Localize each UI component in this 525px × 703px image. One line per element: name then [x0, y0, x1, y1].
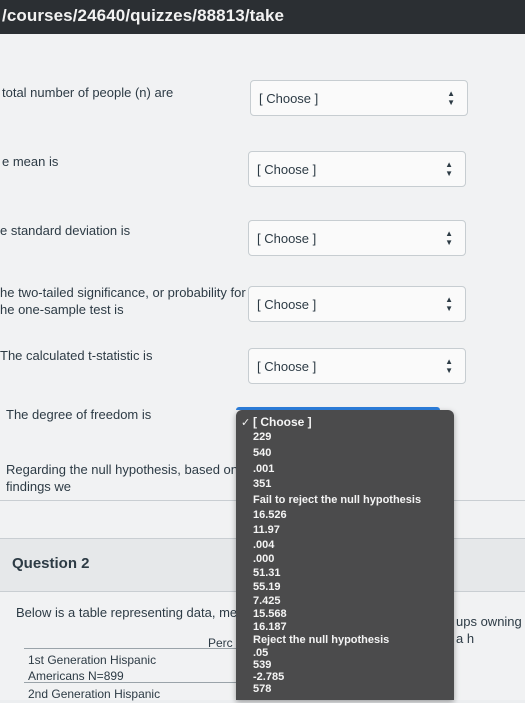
- question-label-significance: he two-tailed significance, or probabili…: [0, 284, 246, 318]
- question-label-null-hypothesis: Regarding the null hypothesis, based on …: [6, 461, 266, 495]
- question-label-tstat: The calculated t-statistic is: [0, 348, 153, 363]
- row-label-line-1: 2nd Generation Hispanic: [28, 687, 161, 701]
- question-label-n: total number of people (n) are: [2, 85, 174, 100]
- dropdown-option[interactable]: 539: [253, 659, 271, 671]
- select-value: [ Choose ]: [257, 231, 317, 246]
- select-value: [ Choose ]: [257, 162, 317, 177]
- dropdown-option[interactable]: 15.568: [253, 608, 287, 620]
- updown-arrows-icon: ▲ ▼: [445, 295, 453, 313]
- dropdown-option[interactable]: -2.785: [253, 671, 284, 683]
- dropdown-option[interactable]: .05: [253, 647, 268, 659]
- label-line-2: findings we: [6, 479, 72, 494]
- question-label-sd: e standard deviation is: [0, 223, 131, 238]
- dropdown-option[interactable]: 55.19: [253, 581, 281, 593]
- label-line-2: he one-sample test is: [0, 302, 124, 317]
- select-focus-outline: [236, 407, 440, 410]
- dropdown-option[interactable]: [ Choose ]: [253, 415, 312, 429]
- dropdown-option[interactable]: 540: [253, 447, 271, 459]
- question-2-prompt: Below is a table representing data, mea: [16, 605, 245, 620]
- select-value: [ Choose ]: [259, 91, 319, 106]
- select-sd[interactable]: [ Choose ] ▲ ▼: [248, 220, 466, 256]
- dropdown-option[interactable]: 578: [253, 683, 271, 695]
- question-2-prompt-right: ups owning a h: [456, 614, 522, 646]
- dropdown-option[interactable]: Reject the null hypothesis: [253, 634, 389, 646]
- select-tstat[interactable]: [ Choose ] ▲ ▼: [248, 348, 466, 384]
- question-label-mean: e mean is: [2, 154, 59, 169]
- url-text: /courses/24640/quizzes/88813/take: [2, 6, 285, 25]
- dropdown-option[interactable]: 7.425: [253, 595, 281, 607]
- select-significance[interactable]: [ Choose ] ▲ ▼: [248, 286, 466, 322]
- dropdown-option[interactable]: .001: [253, 463, 274, 475]
- dropdown-option[interactable]: 16.187: [253, 621, 287, 633]
- updown-arrows-icon: ▲ ▼: [445, 160, 453, 178]
- dropdown-menu[interactable]: ✓ [ Choose ] 229 540 .001 351 Fail to re…: [236, 407, 454, 700]
- table-row: 1st Generation Hispanic Americans N=899: [24, 648, 254, 683]
- dropdown-option[interactable]: 351: [253, 478, 271, 490]
- question-2-title: Question 2: [12, 555, 90, 572]
- dropdown-option[interactable]: 51.31: [253, 567, 281, 579]
- updown-arrows-icon: ▲ ▼: [445, 357, 453, 375]
- dropdown-option[interactable]: Fail to reject the null hypothesis: [253, 494, 421, 506]
- label-line-1: he two-tailed significance, or probabili…: [0, 285, 246, 300]
- question-label-df: The degree of freedom is: [6, 407, 152, 422]
- browser-url-bar[interactable]: /courses/24640/quizzes/88813/take: [0, 0, 525, 34]
- dropdown-option[interactable]: .000: [253, 553, 274, 565]
- dropdown-option[interactable]: .004: [253, 539, 274, 551]
- dropdown-option[interactable]: 229: [253, 431, 271, 443]
- select-n[interactable]: [ Choose ] ▲ ▼: [250, 80, 468, 116]
- updown-arrows-icon: ▲ ▼: [445, 229, 453, 247]
- dropdown-option[interactable]: 16.526: [253, 509, 287, 521]
- row-label-line-1: 1st Generation Hispanic: [28, 653, 157, 667]
- select-value: [ Choose ]: [257, 359, 317, 374]
- checkmark-icon: ✓: [241, 417, 251, 429]
- row-label-line-2: Americans N=899: [28, 669, 124, 683]
- select-mean[interactable]: [ Choose ] ▲ ▼: [248, 151, 466, 187]
- label-line-1: Regarding the null hypothesis, based on …: [6, 462, 267, 477]
- dropdown-option[interactable]: 11.97: [253, 524, 280, 536]
- select-value: [ Choose ]: [257, 297, 317, 312]
- updown-arrows-icon: ▲ ▼: [447, 89, 455, 107]
